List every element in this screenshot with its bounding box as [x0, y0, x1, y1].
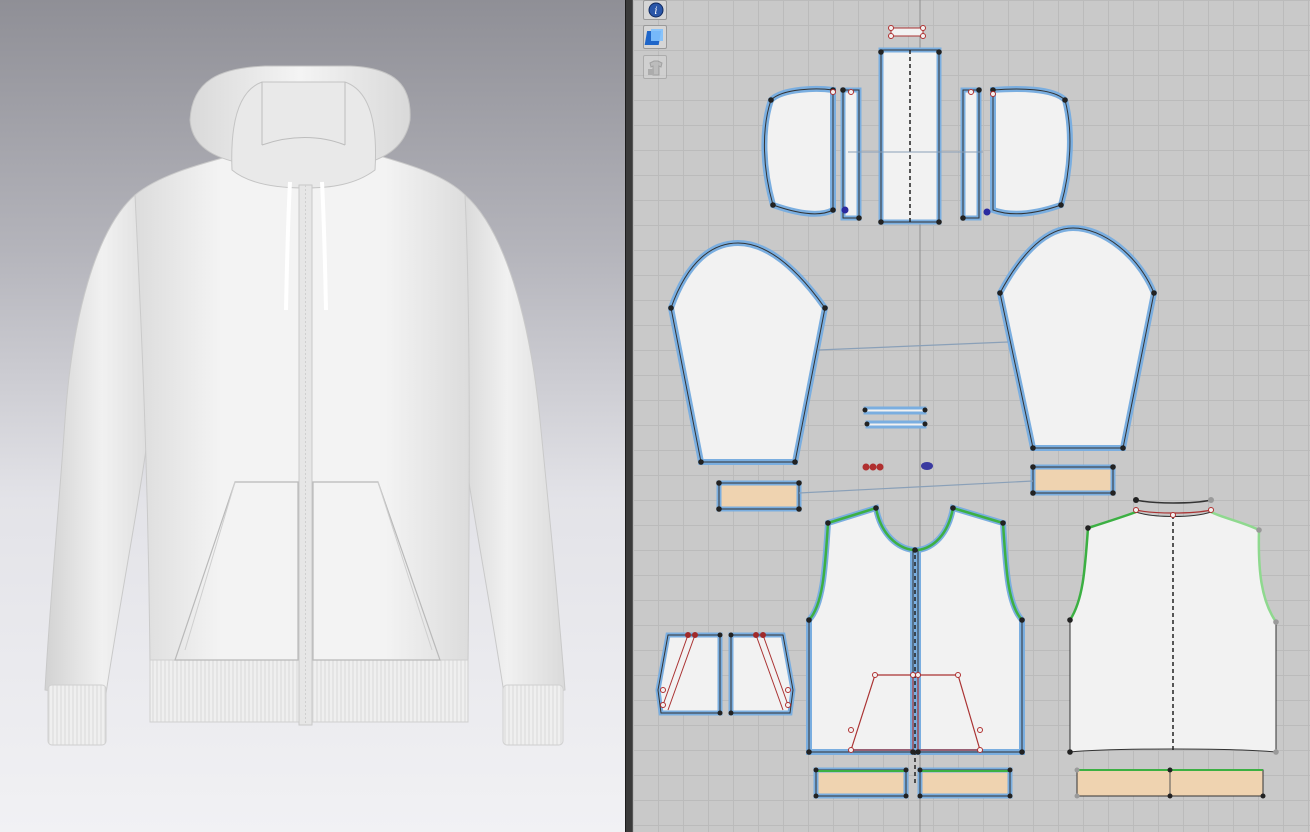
left-cuff-piece[interactable] — [716, 480, 802, 512]
hood-opening-3d — [231, 81, 376, 189]
front-waistband-left[interactable] — [813, 767, 909, 799]
svg-text:i: i — [654, 6, 657, 17]
fabric-swatch-icon — [644, 29, 663, 45]
hood-center-panel[interactable] — [878, 47, 942, 225]
pocket-left-piece[interactable] — [655, 632, 723, 716]
info-icon: i — [648, 2, 664, 18]
info-tool[interactable]: i — [643, 0, 667, 20]
hoodie-3d-model[interactable] — [0, 0, 625, 832]
front-waistband-right[interactable] — [917, 767, 1013, 799]
pattern-canvas[interactable] — [633, 0, 1310, 832]
texture-tool[interactable] — [643, 25, 667, 49]
front-left-piece[interactable] — [806, 504, 916, 755]
right-cuff-3d — [502, 684, 564, 746]
right-cuff-piece[interactable] — [1030, 464, 1116, 496]
hood-right-strip[interactable] — [960, 87, 982, 221]
left-cuff-3d — [47, 684, 107, 746]
back-waistband[interactable] — [1076, 769, 1264, 797]
hood-top-tab — [890, 27, 924, 37]
drawstring-pieces[interactable] — [863, 406, 927, 429]
back-piece[interactable] — [1068, 510, 1278, 753]
back-neck-band[interactable] — [1135, 499, 1212, 514]
hood-left-strip[interactable] — [840, 87, 862, 221]
view-splitter[interactable] — [625, 0, 633, 832]
pocket-right-piece[interactable] — [728, 632, 796, 716]
grommet-markers[interactable] — [862, 462, 934, 471]
locked-shirt-icon — [648, 60, 663, 76]
garment-lock-tool[interactable] — [643, 55, 667, 79]
2d-pattern-window[interactable]: i — [633, 0, 1310, 832]
hood-right-piece[interactable] — [990, 86, 1073, 217]
left-sleeve-piece[interactable] — [667, 239, 829, 465]
right-sleeve-piece[interactable] — [996, 224, 1158, 451]
hood-left-piece[interactable] — [761, 86, 836, 217]
3d-viewport[interactable] — [0, 0, 625, 832]
